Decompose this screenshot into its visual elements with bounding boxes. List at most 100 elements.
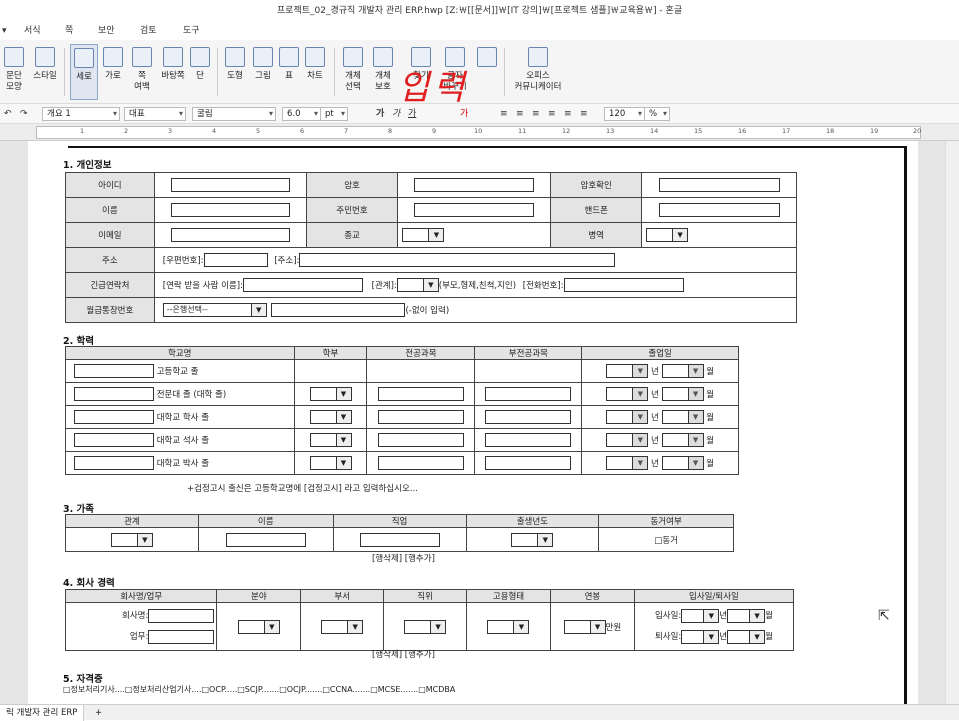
graduation-month-select[interactable]	[661, 410, 704, 424]
leave-year-select[interactable]	[681, 629, 720, 644]
style-select[interactable]: 개요 1	[42, 107, 120, 121]
align-center-icon[interactable]: ≡	[516, 108, 524, 120]
religion-select[interactable]	[402, 228, 445, 242]
master-page-button[interactable]: 바탕쪽	[158, 44, 188, 100]
leave-month-select[interactable]	[727, 629, 766, 644]
school-name-input[interactable]	[74, 410, 154, 424]
family-row-links[interactable]: [행삭제] [행추가]	[372, 552, 435, 564]
phone-input[interactable]	[658, 203, 780, 217]
contact-name-input[interactable]	[242, 278, 363, 292]
paragraph-shape-button[interactable]: 문단 모양	[2, 44, 26, 100]
landscape-button[interactable]: 가로	[100, 44, 126, 100]
major-input[interactable]	[377, 410, 464, 424]
graduation-year-select[interactable]	[606, 387, 649, 401]
align-right-icon[interactable]: ≡	[532, 108, 540, 120]
chart-button[interactable]: 차트	[302, 44, 328, 100]
department-select[interactable]	[309, 410, 352, 424]
id-input[interactable]	[170, 178, 290, 192]
license-checkboxes[interactable]: □정보처리기사....□정보처리산업기사....□OCP.....□SCJP..…	[63, 684, 455, 695]
graduation-month-select[interactable]	[661, 433, 704, 447]
select-object-button[interactable]: 개체 선택	[340, 44, 366, 100]
military-select[interactable]	[646, 228, 689, 242]
join-year-select[interactable]	[681, 609, 720, 623]
add-tab-button[interactable]: +	[95, 705, 102, 721]
menu-arrow[interactable]: ▾	[2, 22, 7, 40]
language-select[interactable]: 대표	[124, 107, 186, 121]
company-input[interactable]	[148, 609, 215, 623]
school-name-input[interactable]	[74, 433, 154, 447]
bank-select[interactable]: --은행선택--	[162, 303, 267, 317]
career-position-select[interactable]	[404, 619, 447, 634]
password-confirm-input[interactable]	[658, 178, 780, 192]
zoom-input[interactable]: 120	[604, 107, 644, 121]
horizontal-ruler[interactable]: 1 2 3 4 5 6 7 8 9 10 11 12 13 14 15 16 1…	[0, 124, 959, 141]
contact-phone-input[interactable]	[563, 278, 684, 292]
family-relation-select[interactable]	[110, 532, 153, 547]
minor-input[interactable]	[485, 410, 572, 424]
school-name-input[interactable]	[74, 364, 154, 378]
font-unit-select[interactable]: pt	[320, 107, 348, 121]
minor-input[interactable]	[485, 387, 572, 401]
account-number-input[interactable]	[271, 303, 406, 317]
office-communicator-button[interactable]: 오피스 커뮤니케이터	[512, 44, 564, 100]
underline-button[interactable]: 가	[408, 108, 416, 120]
ssn-input[interactable]	[414, 203, 535, 217]
department-select[interactable]	[309, 387, 352, 401]
password-input[interactable]	[414, 178, 535, 192]
email-input[interactable]	[170, 228, 290, 242]
font-size-input[interactable]: 6.0	[282, 107, 320, 121]
school-name-input[interactable]	[74, 387, 154, 401]
school-name-input[interactable]	[74, 456, 154, 470]
graduation-year-select[interactable]	[606, 433, 649, 447]
font-select[interactable]: 굴림	[192, 107, 276, 121]
minor-input[interactable]	[485, 433, 572, 447]
margin-button[interactable]: 쪽 여백	[128, 44, 156, 100]
join-month-select[interactable]	[727, 609, 766, 623]
career-dept-select[interactable]	[321, 619, 364, 634]
name-input[interactable]	[170, 203, 290, 217]
family-name-input[interactable]	[225, 532, 306, 547]
undo-icon[interactable]: ↶	[4, 108, 12, 120]
major-input[interactable]	[377, 456, 464, 470]
zipcode-input[interactable]	[203, 253, 268, 267]
department-select[interactable]	[309, 456, 352, 470]
align-justify-icon[interactable]: ≡	[548, 108, 556, 120]
job-input[interactable]	[148, 629, 215, 644]
divide-icon[interactable]: ≡	[580, 108, 588, 120]
picture-button[interactable]: 그림	[250, 44, 276, 100]
family-birthyear-select[interactable]	[511, 532, 554, 547]
portrait-button[interactable]: 세로	[70, 44, 98, 100]
menu-item-tools[interactable]: 도구	[183, 22, 200, 40]
bold-button[interactable]: 가	[376, 108, 384, 120]
style-button[interactable]: 스타일	[30, 44, 60, 100]
department-select[interactable]	[309, 433, 352, 447]
zoom-unit-select[interactable]: %	[644, 107, 670, 121]
career-row-links[interactable]: [행삭제] [행추가]	[372, 648, 435, 660]
employment-type-select[interactable]	[487, 619, 530, 634]
career-field-select[interactable]	[237, 619, 280, 634]
menu-item-format[interactable]: 서식	[24, 22, 41, 40]
relation-select[interactable]	[396, 278, 439, 292]
menu-item-security[interactable]: 보안	[98, 22, 115, 40]
family-job-input[interactable]	[359, 532, 440, 547]
salary-select[interactable]	[563, 619, 606, 634]
distribute-icon[interactable]: ≡	[564, 108, 572, 120]
font-color-button[interactable]: 가	[460, 108, 468, 120]
graduation-month-select[interactable]	[661, 456, 704, 470]
column-button[interactable]: 단	[190, 44, 210, 100]
document-canvas[interactable]: 1. 개인정보 아이디 암호 암호확인 이름 주민번호 핸드폰 이메일 종교 병…	[0, 141, 945, 704]
graduation-year-select[interactable]	[606, 410, 649, 424]
shape-button[interactable]: 도형	[222, 44, 248, 100]
table-button[interactable]: 표	[278, 44, 300, 100]
graduation-month-select[interactable]	[661, 364, 704, 378]
protect-object-button[interactable]: 개체 보호	[370, 44, 396, 100]
minor-input[interactable]	[485, 456, 572, 470]
major-input[interactable]	[377, 433, 464, 447]
graduation-month-select[interactable]	[661, 387, 704, 401]
graduation-year-select[interactable]	[606, 456, 649, 470]
address-input[interactable]	[299, 253, 616, 267]
menu-item-page[interactable]: 쪽	[65, 22, 73, 40]
document-tab[interactable]: 릭 개발자 관리 ERP	[0, 705, 85, 721]
goto-button[interactable]	[476, 44, 498, 100]
major-input[interactable]	[377, 387, 464, 401]
